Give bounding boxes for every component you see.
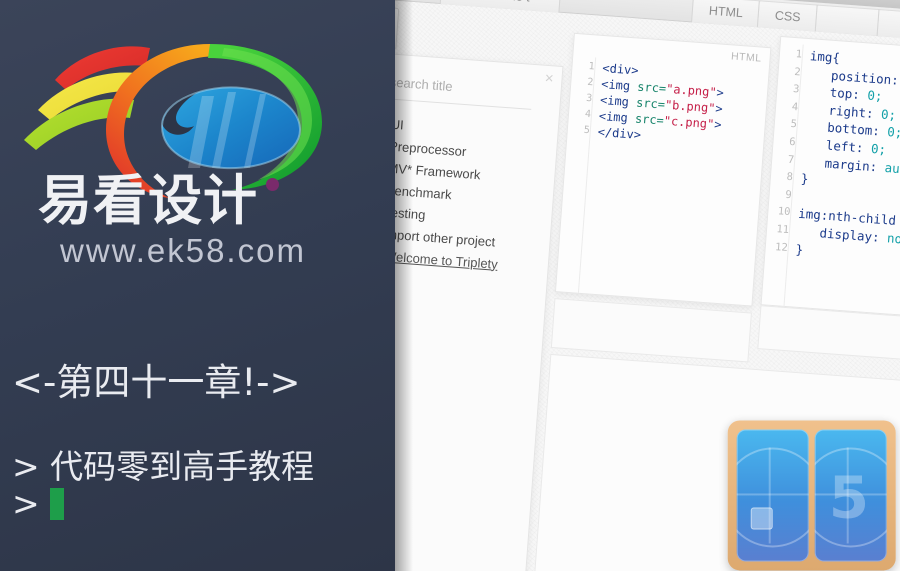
css-code-content[interactable]: img{ position: abs top: 0; right: 0; bot… <box>785 45 900 319</box>
close-icon[interactable]: × <box>544 70 554 88</box>
tab-css[interactable]: CSS <box>756 0 819 32</box>
banner-stage: Welcome t HTML CSS <box>0 0 900 571</box>
preview-panel-main: 5 <box>530 353 900 571</box>
text-cursor <box>49 487 64 520</box>
logo-accent-dot <box>266 178 279 191</box>
thumbnail-image[interactable]: 5 <box>814 429 887 562</box>
logo-wordmark: 易看设计 <box>38 172 338 234</box>
editor-language-badge: HTML <box>730 50 763 65</box>
thumbnail-image[interactable] <box>736 429 809 562</box>
brand-url: www.ek58.com <box>60 232 306 269</box>
prompt-line: > <box>12 484 64 523</box>
globe-icon <box>736 447 809 548</box>
page-title: <-第四十一章!-> <box>12 361 301 404</box>
subtitle: > 代码零到高手教程 <box>12 447 315 486</box>
image-thumbnail-group[interactable]: 5 <box>727 420 896 571</box>
puzzle-piece-icon <box>750 507 773 530</box>
thumbnail-number: 5 <box>828 463 870 532</box>
css-editor-panel: 123456789101112 img{ position: abs top: … <box>760 35 900 320</box>
logo-wordmark-text: 易看设计 <box>38 169 258 232</box>
prompt-symbol: > <box>12 484 40 523</box>
editor-body: 12345 <div> <img src="a.png"> <img src="… <box>555 55 769 306</box>
tab-extra-1[interactable] <box>814 4 881 37</box>
html-code-content[interactable]: <div> <img src="a.png"> <img src="b.png"… <box>579 57 769 305</box>
tab-extra-2[interactable] <box>876 9 900 41</box>
editor-body: 123456789101112 img{ position: abs top: … <box>761 42 900 319</box>
branding-panel: 易看设计 www.ek58.com <-第四十一章!-> > 代码零到高手教程 … <box>0 0 413 571</box>
html-editor-panel: HTML 12345 <div> <img src="a.png"> <img … <box>554 32 772 307</box>
